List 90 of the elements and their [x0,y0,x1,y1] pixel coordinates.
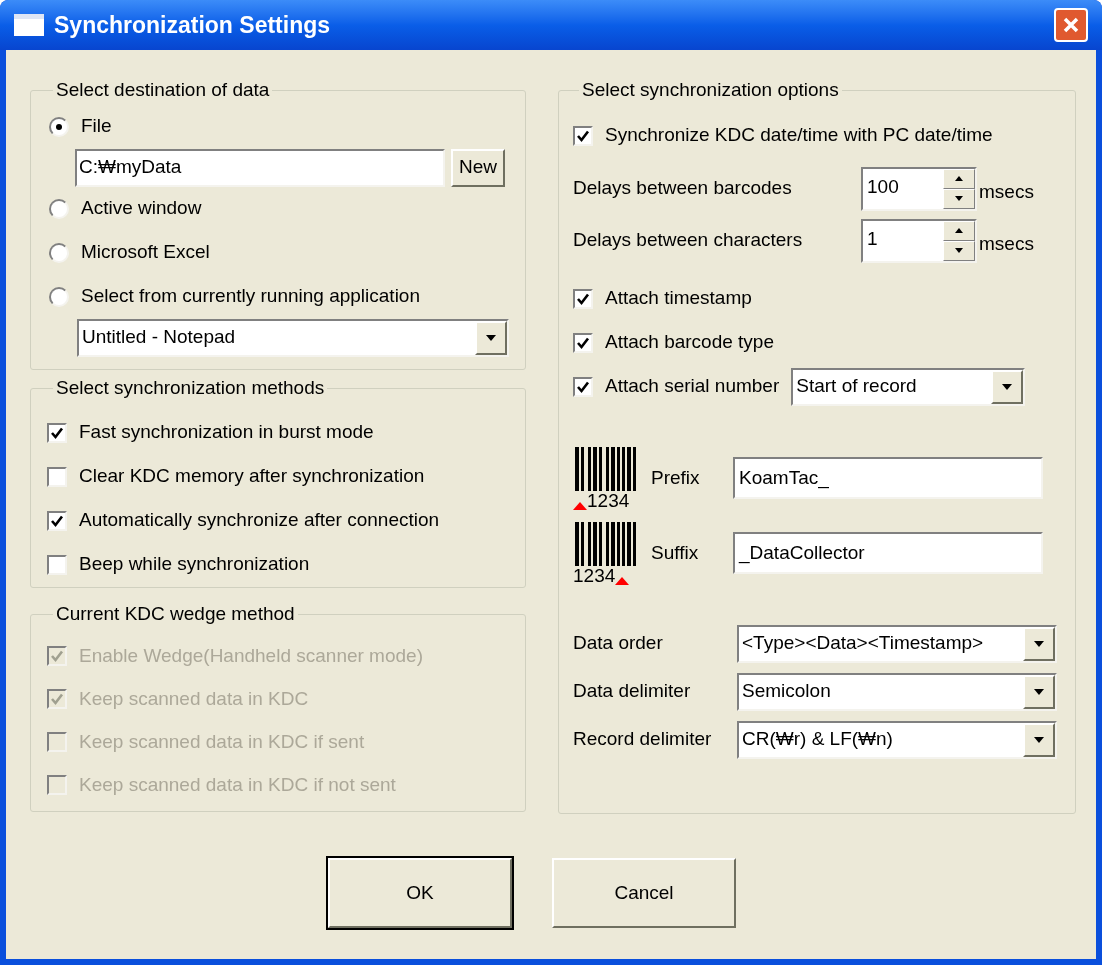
radio-label: File [81,114,112,139]
checkmark-icon [50,425,64,440]
dropdown-button[interactable] [475,320,507,355]
checkbox-label: Synchronize KDC date/time with PC date/time [605,123,993,148]
field-label: Delays between barcodes [573,176,793,201]
checkmark-icon [50,649,64,663]
field-label: Prefix [651,465,701,490]
up-arrow-icon [955,176,963,181]
spin-box[interactable]: 100 [861,166,977,211]
checkbox[interactable] [573,332,593,353]
dropdown[interactable]: Untitled - Notepad [77,318,509,357]
spin-up-button[interactable] [943,220,975,241]
radio-button[interactable] [49,242,69,263]
window-title: Synchronization Settings [54,10,332,40]
spin-box[interactable]: 1 [861,218,977,263]
unit-label: msecs [979,232,1034,257]
spin-down-button[interactable] [943,188,975,209]
checkbox[interactable] [47,466,67,487]
checkbox-label: Attach barcode type [605,330,774,355]
checkmark-icon [576,128,590,143]
text-field[interactable]: KoamTac_ [733,457,1043,499]
group-title: Select destination of data [55,78,271,102]
dropdown-button[interactable] [991,369,1024,404]
spin-down-button[interactable] [943,240,975,261]
barcode-icon [573,446,637,491]
barcode-caption: 1234 [587,490,630,510]
radio-label: Microsoft Excel [81,240,210,265]
dropdown-button[interactable] [1023,626,1055,661]
radio-label: Select from currently running application [81,284,420,309]
checkmark-icon [576,335,590,350]
window-icon [14,14,44,36]
caret-icon [1032,687,1046,696]
group-title: Select synchronization methods [55,376,326,400]
radio-label: Active window [81,196,202,221]
checkbox[interactable] [573,288,593,309]
dropdown[interactable]: Semicolon [737,672,1057,711]
group-title: Current KDC wedge method [55,602,296,626]
close-icon [1062,16,1080,34]
checkbox[interactable] [573,125,593,146]
barcode-caption: 1234 [573,565,616,585]
triangle-marker-icon [573,500,587,510]
checkbox[interactable] [573,376,593,397]
dropdown[interactable]: <Type><Data><Timestamp> [737,624,1057,663]
group-title: Select synchronization options [581,78,840,102]
dropdown[interactable]: CR(₩r) & LF(₩n) [737,720,1057,759]
checkmark-icon [50,513,64,528]
field-label: Data delimiter [573,679,692,704]
spin-up-button[interactable] [943,168,975,189]
checkbox-label: Enable Wedge(Handheld scanner mode) [79,643,423,668]
field-label: Delays between characters [573,228,804,253]
checkmark-icon [576,379,590,394]
checkbox-label: Attach serial number [605,374,780,399]
up-arrow-icon [955,228,963,233]
radio-button[interactable] [49,116,69,137]
checkbox-label: Automatically synchronize after connection [79,508,440,533]
checkbox-label: Clear KDC memory after synchronization [79,464,425,489]
checkbox-label: Fast synchronization in burst mode [79,420,374,445]
dropdown-button[interactable] [1023,674,1055,709]
caret-icon [484,333,498,342]
text-field[interactable]: _DataCollector [733,532,1043,574]
checkbox-label: Keep scanned data in KDC if sent [79,729,365,754]
new-button[interactable]: New [451,148,505,187]
dropdown-button[interactable] [1023,722,1055,757]
triangle-marker-icon [615,575,630,585]
radio-button[interactable] [49,198,69,219]
checkbox-label: Beep while synchronization [79,552,310,577]
field-label: Suffix [651,540,700,565]
caret-icon [1032,735,1046,744]
barcode-icon [573,521,637,566]
caret-icon [1032,639,1046,648]
radio-button[interactable] [49,286,69,307]
checkmark-icon [576,291,590,306]
close-button[interactable] [1054,8,1088,42]
checkbox[interactable] [47,510,67,531]
down-arrow-icon [955,248,963,253]
unit-label: msecs [979,180,1034,205]
file-path-field[interactable]: C:₩myData [75,148,445,187]
caret-icon [1000,382,1015,391]
dialog-button[interactable]: OK [328,858,512,928]
field-label: Data order [573,631,664,656]
dropdown[interactable]: Start of record [791,367,1026,406]
field-label: Record delimiter [573,727,713,752]
checkbox-label: Keep scanned data in KDC [79,686,309,711]
checkbox-label: Attach timestamp [605,286,752,311]
checkbox[interactable] [47,422,67,443]
down-arrow-icon [955,196,963,201]
checkbox[interactable] [47,554,67,575]
dialog-button[interactable]: Cancel [552,858,736,928]
checkbox-label: Keep scanned data in KDC if not sent [79,772,396,797]
checkmark-icon [50,692,64,706]
